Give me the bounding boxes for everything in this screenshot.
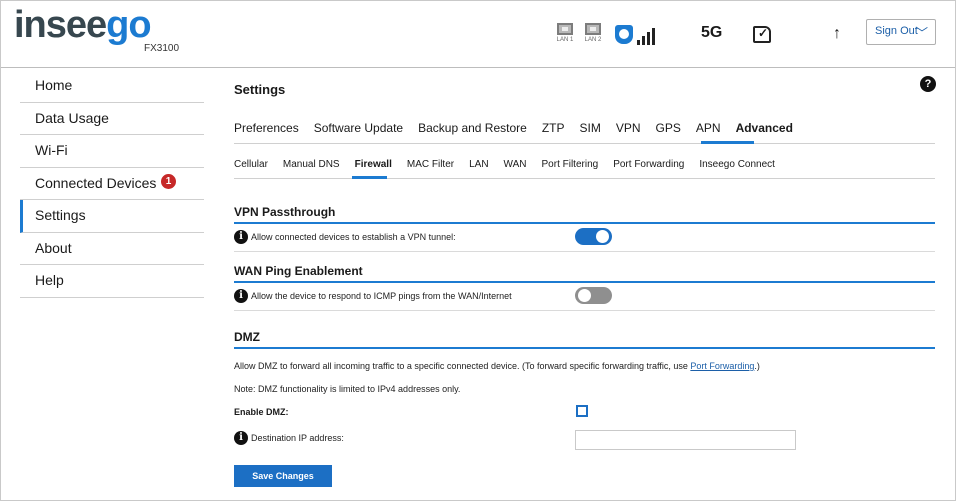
subtab-lan[interactable]: LAN <box>469 159 488 170</box>
sidebar-item-label: Connected Devices <box>35 174 157 191</box>
wan-ping-label: Allow the device to respond to ICMP ping… <box>251 291 512 301</box>
signal-strength-icon <box>615 25 661 45</box>
dmz-note: Note: DMZ functionality is limited to IP… <box>234 384 461 394</box>
tab-preferences[interactable]: Preferences <box>234 121 299 135</box>
logo-text: insee <box>14 4 107 46</box>
lan1-label: LAN 1 <box>556 37 574 43</box>
sign-out-button[interactable]: Sign Out ﹀ <box>866 19 936 45</box>
header: inseego FX3100 LAN 1 LAN 2 5G ↑ Sign Out… <box>1 1 955 68</box>
dmz-description-end: .) <box>754 361 760 371</box>
sidebar-item-label: Settings <box>35 207 86 223</box>
sidebar-item-wifi[interactable]: Wi-Fi <box>20 135 204 168</box>
arrow-up-icon: ↑ <box>833 25 841 42</box>
subtab-firewall[interactable]: Firewall <box>355 159 392 170</box>
subtab-inseego-connect[interactable]: Inseego Connect <box>699 159 775 170</box>
subtab-divider <box>234 178 935 179</box>
tab-advanced[interactable]: Advanced <box>736 121 793 135</box>
info-icon[interactable]: i <box>234 431 248 445</box>
subtab-mac-filter[interactable]: MAC Filter <box>407 159 454 170</box>
vpn-section-title: VPN Passthrough <box>234 205 336 219</box>
subtab-port-filtering[interactable]: Port Filtering <box>542 159 599 170</box>
logo-text-accent: go <box>106 4 151 46</box>
active-subtab-indicator <box>352 176 387 179</box>
connected-devices-badge: 1 <box>161 174 176 189</box>
sidebar-item-label: Help <box>35 272 64 288</box>
sidebar-item-about[interactable]: About <box>20 233 204 265</box>
tab-vpn[interactable]: VPN <box>616 121 641 135</box>
sign-out-label: Sign Out <box>875 25 918 37</box>
tab-ztp[interactable]: ZTP <box>542 121 565 135</box>
row-divider <box>234 310 935 311</box>
tab-software-update[interactable]: Software Update <box>314 121 403 135</box>
wan-ping-section-title: WAN Ping Enablement <box>234 264 363 278</box>
sidebar-item-home[interactable]: Home <box>20 70 204 103</box>
sidebar-item-label: Home <box>35 77 73 93</box>
info-icon[interactable]: i <box>234 289 248 303</box>
info-icon[interactable]: i <box>234 230 248 244</box>
help-icon[interactable]: ? <box>920 76 936 92</box>
advanced-subtabs: Cellular Manual DNS Firewall MAC Filter … <box>234 159 790 170</box>
dmz-description: Allow DMZ to forward all incoming traffi… <box>234 361 760 371</box>
tab-sim[interactable]: SIM <box>580 121 601 135</box>
save-changes-button[interactable]: Save Changes <box>234 465 332 487</box>
network-type: 5G <box>701 24 723 41</box>
port-forwarding-link[interactable]: Port Forwarding <box>690 361 754 371</box>
settings-tabs: Preferences Software Update Backup and R… <box>234 121 808 135</box>
sidebar-nav: Home Data Usage Wi-Fi Connected Devices … <box>20 70 204 298</box>
sidebar-item-data-usage[interactable]: Data Usage <box>20 103 204 135</box>
destination-ip-input[interactable] <box>575 430 796 450</box>
tab-gps[interactable]: GPS <box>656 121 681 135</box>
sidebar-item-label: Data Usage <box>35 109 109 126</box>
destination-ip-label: Destination IP address: <box>251 433 344 443</box>
subtab-manual-dns[interactable]: Manual DNS <box>283 159 340 170</box>
sidebar-item-connected-devices[interactable]: Connected Devices <box>20 168 204 200</box>
enable-dmz-label: Enable DMZ: <box>234 407 289 417</box>
lan1-port-icon: LAN 1 <box>554 23 576 49</box>
section-divider <box>234 281 935 283</box>
vpn-passthrough-label: Allow connected devices to establish a V… <box>251 232 456 242</box>
subtab-wan[interactable]: WAN <box>504 159 527 170</box>
section-divider <box>234 222 935 224</box>
wan-ping-toggle[interactable] <box>575 287 612 304</box>
dmz-section-title: DMZ <box>234 330 260 344</box>
sidebar-item-label: Wi-Fi <box>35 142 68 158</box>
tab-apn[interactable]: APN <box>696 121 721 135</box>
enable-dmz-checkbox[interactable] <box>576 405 588 417</box>
secure-shield-icon <box>615 25 633 44</box>
sidebar-item-label: About <box>35 239 72 256</box>
vpn-passthrough-toggle[interactable] <box>575 228 612 245</box>
sim-status-icon <box>753 26 771 43</box>
active-tab-indicator <box>701 141 754 144</box>
subtab-port-forwarding[interactable]: Port Forwarding <box>613 159 684 170</box>
row-divider <box>234 251 935 252</box>
chevron-down-icon: ﹀ <box>915 26 928 40</box>
lan2-port-icon: LAN 2 <box>582 23 604 49</box>
inseego-logo: inseego <box>14 3 152 47</box>
sidebar-item-help[interactable]: Help <box>20 265 204 298</box>
device-model: FX3100 <box>144 43 180 54</box>
dmz-description-text: Allow DMZ to forward all incoming traffi… <box>234 361 691 371</box>
subtab-cellular[interactable]: Cellular <box>234 159 268 170</box>
tab-backup-restore[interactable]: Backup and Restore <box>418 121 527 135</box>
sidebar-item-settings[interactable]: Settings <box>20 200 204 233</box>
tab-divider <box>234 143 935 144</box>
section-divider <box>234 347 935 349</box>
lan2-label: LAN 2 <box>584 37 602 43</box>
page-title: Settings <box>234 82 286 97</box>
